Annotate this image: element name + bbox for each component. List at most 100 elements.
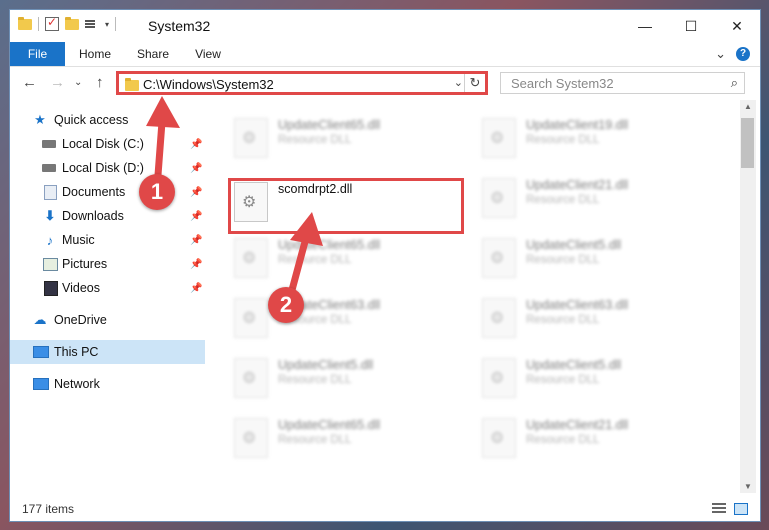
customize-toolbar-icon[interactable]: ▾ (105, 20, 109, 29)
computer-icon (33, 346, 49, 358)
dll-file-icon (234, 418, 268, 458)
folder-icon (18, 16, 32, 30)
search-box[interactable]: Search System32 ⌕ (500, 72, 745, 94)
drive-icon (42, 164, 56, 172)
minimize-button[interactable]: — (622, 10, 668, 42)
pin-icon[interactable]: 📌 (190, 235, 202, 246)
back-arrow-icon[interactable]: ← (22, 74, 37, 91)
new-folder-icon[interactable] (65, 16, 79, 30)
sidebar-item-label: This PC (54, 345, 99, 359)
sidebar-item-label: Local Disk (C:) (62, 137, 144, 151)
file-item[interactable]: UpdateClient63.dll Resource DLL (230, 294, 460, 344)
sidebar-item-local-disk-c[interactable]: Local Disk (C:) 📌 (10, 132, 205, 156)
address-dropdown-icon[interactable]: ⌄ (454, 76, 463, 89)
file-type: Resource DLL (526, 134, 600, 146)
tab-home[interactable]: Home (70, 42, 120, 66)
tab-view[interactable]: View (186, 42, 230, 66)
dll-file-icon (482, 418, 516, 458)
refresh-icon[interactable]: ↻ (464, 74, 485, 92)
pictures-icon (43, 257, 58, 271)
sidebar-item-pictures[interactable]: Pictures 📌 (10, 252, 205, 276)
file-item[interactable]: UpdateClient65.dll Resource DLL (230, 414, 460, 464)
file-type: Resource DLL (278, 254, 352, 266)
file-type: Resource DLL (526, 434, 600, 446)
maximize-button[interactable]: ☐ (668, 10, 714, 42)
dll-file-icon (482, 118, 516, 158)
pin-icon[interactable]: 📌 (190, 163, 202, 174)
drive-icon (42, 140, 56, 148)
forward-arrow-icon[interactable]: → (50, 74, 65, 91)
toolbar-divider (38, 17, 39, 31)
sidebar-item-videos[interactable]: Videos 📌 (10, 276, 205, 300)
close-button[interactable]: ✕ (714, 10, 760, 42)
file-item[interactable]: UpdateClient65.dll Resource DLL (230, 234, 460, 284)
properties-check-icon[interactable] (45, 15, 59, 31)
videos-icon (44, 280, 58, 296)
sidebar-item-label: Music (62, 233, 95, 247)
file-name: UpdateClient65.dll (278, 418, 381, 432)
sidebar-item-documents[interactable]: Documents 📌 (10, 180, 205, 204)
dll-file-icon (482, 358, 516, 398)
up-arrow-icon[interactable]: ↑ (96, 74, 104, 91)
address-bar[interactable]: C:\Windows\System32 ⌄ ↻ (116, 71, 488, 95)
file-type: Resource DLL (526, 374, 600, 386)
item-count: 177 items (22, 502, 75, 516)
details-view-icon[interactable] (712, 503, 726, 515)
sidebar-item-this-pc[interactable]: This PC (10, 340, 205, 364)
file-item[interactable]: UpdateClient65.dll Resource DLL (230, 114, 460, 164)
scrollbar-thumb[interactable] (741, 118, 754, 168)
sidebar-item-network[interactable]: Network (10, 372, 205, 396)
sidebar-item-local-disk-d[interactable]: Local Disk (D:) 📌 (10, 156, 205, 180)
expand-ribbon-icon[interactable]: ⌄ (715, 46, 726, 62)
sidebar-item-label: Videos (62, 281, 100, 295)
file-name: UpdateClient5.dll (278, 358, 374, 372)
file-name: UpdateClient5.dll (526, 358, 622, 372)
sidebar-item-label: Quick access (54, 113, 129, 127)
scroll-down-arrow-icon[interactable]: ▼ (744, 482, 752, 491)
tab-file[interactable]: File (10, 42, 65, 66)
dll-file-icon (234, 358, 268, 398)
search-icon[interactable]: ⌕ (731, 75, 738, 91)
file-item[interactable]: UpdateClient21.dll Resource DLL (478, 414, 708, 464)
explorer-window: ▾ System32 — ☐ ✕ File Home Share View ⌄ … (9, 9, 761, 522)
address-path[interactable]: C:\Windows\System32 (143, 77, 274, 92)
file-name: UpdateClient65.dll (278, 238, 381, 252)
file-item[interactable]: UpdateClient19.dll Resource DLL (478, 114, 708, 164)
sidebar-item-label: OneDrive (54, 313, 107, 327)
file-name: UpdateClient21.dll (526, 178, 629, 192)
tiles-view-icon[interactable] (734, 503, 748, 515)
sidebar-item-quick-access[interactable]: ★ Quick access (10, 108, 205, 132)
sidebar-item-onedrive[interactable]: ☁ OneDrive (10, 308, 205, 332)
dll-file-icon (482, 178, 516, 218)
vertical-scrollbar[interactable]: ▲ ▼ (740, 100, 756, 493)
step-1-callout: 1 (139, 174, 175, 210)
title-bar: ▾ System32 — ☐ ✕ (10, 10, 760, 42)
pin-icon[interactable]: 📌 (190, 283, 202, 294)
properties-icon[interactable] (85, 18, 99, 30)
sidebar-item-label: Documents (62, 185, 126, 199)
pin-icon[interactable]: 📌 (190, 259, 202, 270)
recent-locations-icon[interactable]: ⌄ (74, 77, 82, 88)
file-item[interactable]: UpdateClient5.dll Resource DLL (478, 354, 708, 404)
pin-icon[interactable]: 📌 (190, 211, 202, 222)
status-bar: 177 items (10, 496, 760, 521)
sidebar-item-music[interactable]: ♪ Music 📌 (10, 228, 205, 252)
file-name: UpdateClient65.dll (278, 118, 381, 132)
help-icon[interactable]: ? (736, 47, 750, 61)
search-input[interactable]: Search System32 (511, 76, 614, 91)
network-icon (33, 378, 49, 390)
tab-share[interactable]: Share (128, 42, 178, 66)
pin-icon[interactable]: 📌 (190, 187, 202, 198)
file-item[interactable]: UpdateClient21.dll Resource DLL (478, 174, 708, 224)
file-item[interactable]: UpdateClient5.dll Resource DLL (478, 234, 708, 284)
sidebar-item-label: Local Disk (D:) (62, 161, 144, 175)
file-item[interactable]: UpdateClient63.dll Resource DLL (478, 294, 708, 344)
pin-icon[interactable]: 📌 (190, 139, 202, 150)
window-title: System32 (148, 18, 211, 34)
ribbon-right: ⌄ ? (715, 46, 750, 62)
file-type: Resource DLL (278, 374, 352, 386)
file-item[interactable]: UpdateClient5.dll Resource DLL (230, 354, 460, 404)
scroll-up-arrow-icon[interactable]: ▲ (744, 102, 752, 111)
sidebar-item-downloads[interactable]: ⬇ Downloads 📌 (10, 204, 205, 228)
window-controls: — ☐ ✕ (622, 10, 760, 42)
